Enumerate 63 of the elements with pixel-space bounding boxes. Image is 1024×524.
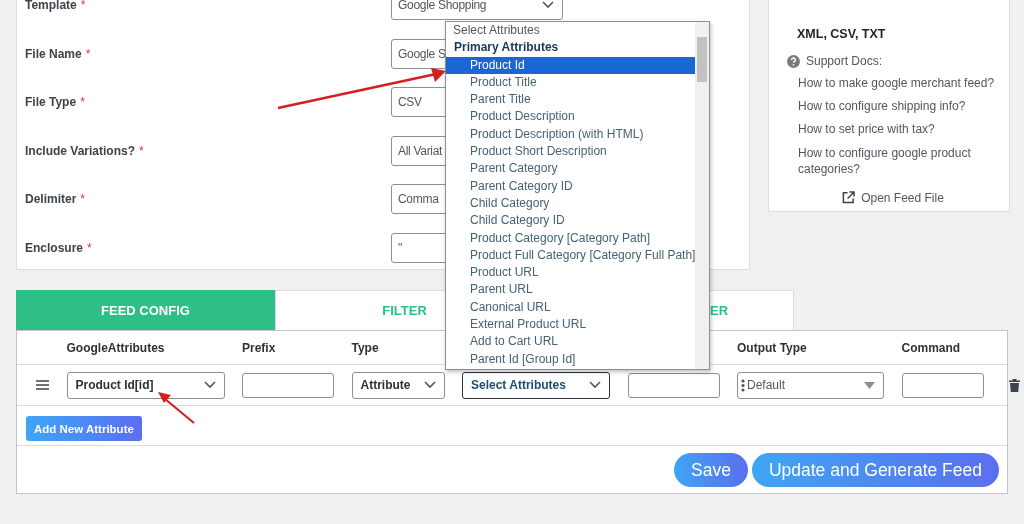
select-field[interactable]: Attribute — [351, 371, 445, 399]
field-label: Template — [25, 0, 77, 13]
dropdown-option[interactable]: Select Attributes — [446, 22, 695, 40]
dropdown-option[interactable]: Product Description — [446, 108, 695, 126]
formats-text: XML, CSV, TXT — [797, 27, 887, 41]
select-field[interactable]: Product Id[id] — [66, 371, 225, 399]
open-feed-link[interactable]: Open Feed File — [861, 190, 944, 205]
dropdown-option[interactable]: Parent Category ID — [446, 177, 695, 195]
required-mark: * — [87, 240, 92, 255]
dropdown-option[interactable]: Parent Id [Group Id] — [446, 350, 695, 368]
column-header: Prefix — [242, 340, 276, 355]
column-header: Output Type — [737, 340, 807, 355]
required-mark: * — [80, 95, 85, 110]
triangle-icon — [864, 381, 875, 389]
action-button[interactable]: Update and Generate Feed — [751, 453, 999, 487]
select-field[interactable]: Select Attributes — [462, 371, 610, 399]
scrollbar[interactable] — [695, 22, 709, 369]
chevron-icon — [203, 381, 216, 389]
dropdown-option[interactable]: Product Title — [446, 73, 695, 92]
input-field[interactable] — [627, 372, 720, 398]
doc-link[interactable]: How to make google merchant feed? — [798, 75, 999, 92]
dropdown-option[interactable]: Parent Title — [446, 91, 695, 109]
required-mark: * — [139, 143, 144, 158]
help-icon — [787, 54, 800, 68]
field-label: File Type — [25, 95, 77, 110]
dropdown-option[interactable]: Product Full Category [Category Full Path] — [446, 246, 695, 265]
dropdown-option[interactable]: Product Category [Category Path] — [446, 229, 695, 247]
option-value: Default — [747, 378, 786, 392]
dropdown-option[interactable]: Product Id — [446, 56, 695, 74]
dropdown-option[interactable]: Parent Category — [446, 160, 695, 178]
chevron-icon — [542, 1, 554, 10]
required-mark: * — [80, 0, 86, 13]
select-field[interactable]: Google Shopping — [391, 0, 563, 21]
field-label: Include Variations? — [25, 143, 136, 158]
doc-link[interactable]: How to configure google product categories? — [798, 144, 999, 177]
dropdown-option[interactable]: Add to Cart URL — [446, 333, 695, 351]
annotation-arrow — [158, 392, 195, 424]
docs-title: Support Docs: — [806, 54, 883, 68]
external-link-icon — [842, 191, 856, 205]
required-mark: * — [85, 46, 91, 61]
field-label: File Name — [25, 46, 82, 61]
dropdown-option[interactable]: Product Description (with HTML) — [446, 125, 695, 144]
select-field[interactable]: Default — [737, 371, 884, 399]
column-header: Command — [901, 340, 961, 355]
column-header: GoogleAttributes — [66, 340, 165, 355]
doc-link[interactable]: How to set price with tax? — [798, 121, 999, 138]
drag-dots-icon — [741, 378, 745, 392]
chevron-icon — [589, 381, 601, 389]
input-field[interactable] — [901, 372, 984, 398]
chevron-icon — [423, 381, 436, 389]
drag-handle-icon[interactable] — [36, 380, 50, 390]
option-group-label: Primary Attributes — [453, 39, 560, 57]
input-field[interactable] — [242, 372, 334, 398]
trash-icon[interactable] — [1009, 378, 1020, 392]
dropdown-option[interactable]: Product Short Description — [446, 143, 695, 161]
column-header: Type — [351, 340, 379, 355]
dropdown-option[interactable]: Child Category ID — [446, 212, 695, 230]
dropdown-option[interactable]: Product URL — [446, 264, 695, 282]
dropdown-option[interactable]: Child Category — [446, 194, 695, 213]
field-label: Enclosure — [25, 240, 84, 255]
field-label: Delimiter — [25, 192, 77, 207]
required-mark: * — [80, 192, 86, 207]
doc-link[interactable]: How to configure shipping info? — [798, 98, 999, 115]
